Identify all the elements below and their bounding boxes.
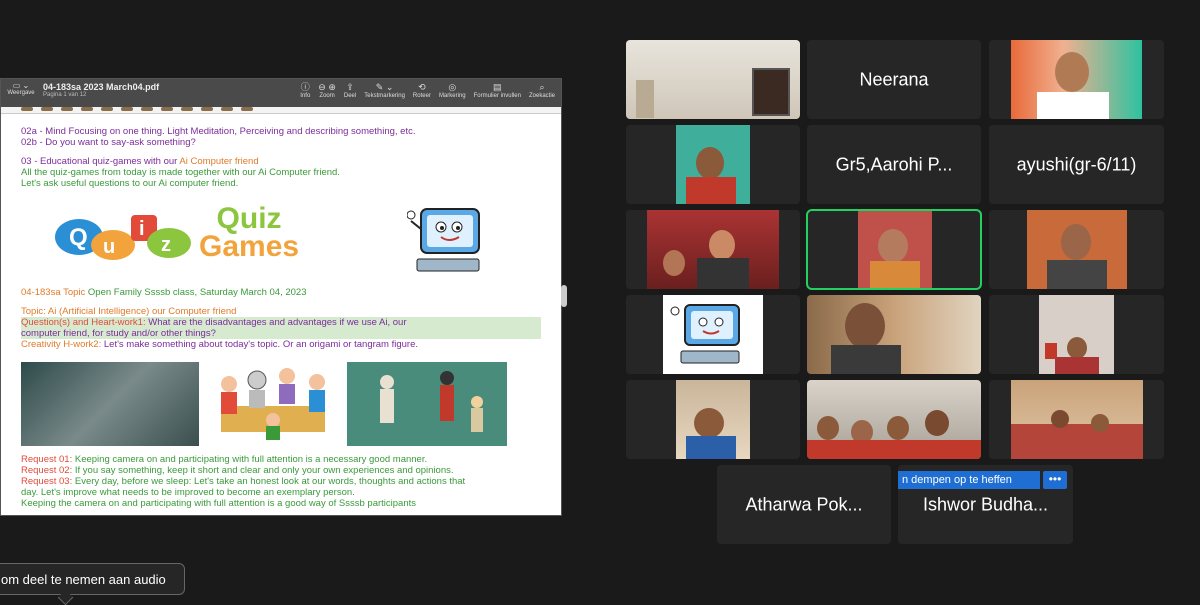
participant-video (1039, 295, 1114, 374)
annotate-button[interactable]: ◎ Markering (439, 82, 466, 99)
quiz-banner: Q u i z Quiz Games (21, 201, 541, 283)
share-button[interactable]: ⇪ Deel (344, 82, 356, 99)
participant-video (807, 380, 981, 459)
computer-mascot-image (406, 201, 497, 277)
markup-button[interactable]: ✎ ⌄ Tekstmarkering (364, 82, 405, 99)
robot-kids-illustration (207, 362, 339, 446)
form-icon: ▤ (493, 82, 502, 92)
cartoon-strip-image (21, 107, 311, 113)
doc-question-line1: Question(s) and Heart-work1: What are th… (21, 317, 541, 328)
participant-tile-aarohi[interactable]: Gr5,Aarohi P... (807, 125, 981, 204)
participant-video (1027, 210, 1127, 289)
quiz-logo-image: Q u i z (51, 211, 201, 261)
sidebar-label: Weergave (7, 90, 35, 96)
participant-tile-active-speaker[interactable] (806, 209, 982, 290)
doc-line-03: 03 - Educational quiz-games with our Ai … (21, 156, 259, 167)
participant-tile[interactable] (626, 295, 800, 374)
doc-topic-line: 04-183sa Topic Open Family Ssssb class, … (21, 287, 307, 298)
participant-tile[interactable] (807, 295, 981, 374)
participant-video (1011, 380, 1143, 459)
info-icon: ⓘ (300, 82, 310, 92)
participant-video (858, 211, 932, 288)
participant-tile[interactable] (989, 40, 1164, 119)
pen-icon: ✎ ⌄ (375, 82, 394, 92)
doc-line-04: All the quiz-games from today is made to… (21, 167, 340, 178)
unmute-request-tooltip: n dempen op te heffen (898, 471, 1040, 489)
participant-tile-ayushi[interactable]: ayushi(gr-6/11) (989, 125, 1164, 204)
annotate-icon: ◎ (448, 82, 457, 92)
doc-request-2: Request 02: If you say something, keep i… (21, 465, 454, 476)
rotate-icon: ⟲ (418, 82, 426, 92)
participant-video (647, 210, 779, 289)
participant-name: ayushi(gr-6/11) (1016, 154, 1137, 174)
share-icon: ⇪ (346, 82, 354, 92)
participant-tile[interactable] (989, 295, 1164, 374)
participant-video (807, 295, 981, 374)
doc-line-05: Let's ask useful questions to our Ai com… (21, 178, 239, 189)
participant-tile[interactable] (989, 380, 1164, 459)
chalkboard-illustration (347, 362, 507, 446)
preview-toolbar: ▭ ⌄ Weergave 04-183sa 2023 March04.pdf P… (1, 79, 561, 107)
page-info: Pagina 1 van 12 (43, 92, 87, 98)
zoom-icon: ⊖ ⊕ (318, 82, 336, 92)
participant-tile[interactable] (626, 125, 800, 204)
info-button[interactable]: ⓘ Info (300, 82, 310, 99)
doc-topic-ai: Topic: Ai (Artificial Intelligence) our … (21, 306, 237, 317)
split-view-divider[interactable] (561, 285, 567, 307)
doc-line-02b: 02b - Do you want to say-ask something? (21, 137, 196, 148)
participant-video (676, 380, 750, 459)
participant-tile-atharwa[interactable]: Atharwa Pok... (717, 465, 891, 544)
svg-text:u: u (103, 236, 115, 258)
svg-text:i: i (139, 218, 145, 240)
participant-name: Neerana (859, 69, 929, 89)
doc-request-4: Keeping the camera on and participating … (21, 498, 417, 509)
participant-name: Atharwa Pok... (745, 494, 863, 514)
participant-video (663, 295, 763, 374)
svg-text:z: z (161, 234, 171, 256)
document-page: 02a - Mind Focusing on one thing. Light … (1, 114, 561, 513)
participant-video (676, 125, 750, 204)
document-title-area: 04-183sa 2023 March04.pdf Pagina 1 van 1… (43, 82, 159, 98)
sidebar-icon: ▭ ⌄ (12, 81, 30, 90)
document-title: 04-183sa 2023 March04.pdf (43, 82, 160, 92)
doc-creativity-line: Creativity H-work2: Let's make something… (21, 339, 419, 350)
rotate-button[interactable]: ⟲ Roteer (413, 82, 431, 99)
doc-request-1: Request 01: Keeping camera on and partic… (21, 454, 428, 465)
doc-request-3: Request 03: Every day, before we sleep: … (21, 476, 466, 487)
participant-tile[interactable] (626, 380, 800, 459)
svg-text:Q: Q (69, 224, 88, 251)
join-audio-popup[interactable]: om deel te nemen aan audio (0, 563, 185, 595)
hands-illustration (21, 362, 199, 446)
zoom-button[interactable]: ⊖ ⊕ Zoom (318, 82, 336, 99)
search-button[interactable]: ⌕ Zoekactie (529, 82, 555, 99)
participant-tile[interactable] (807, 380, 981, 459)
sidebar-toggle-button[interactable]: ▭ ⌄ Weergave (1, 79, 41, 98)
shared-screen-window: ▭ ⌄ Weergave 04-183sa 2023 March04.pdf P… (0, 78, 562, 516)
doc-question-line2: computer friend, for study and/or other … (21, 328, 541, 339)
form-fill-button[interactable]: ▤ Formulier invullen (474, 82, 521, 99)
doc-request-3-cont: day. Let's improve what needs to be impr… (21, 487, 355, 498)
participant-tile[interactable] (626, 210, 800, 289)
more-options-button[interactable]: ••• (1043, 471, 1067, 489)
participant-tile-neerana[interactable]: Neerana (807, 40, 981, 119)
quiz-games-title: Quiz Games (199, 202, 300, 263)
participant-video (626, 40, 800, 119)
preview-tools: ⓘ Info ⊖ ⊕ Zoom ⇪ Deel ✎ ⌄ Tekstmarkering ⟲ R… (300, 82, 555, 99)
participant-name: Gr5,Aarohi P... (835, 154, 953, 174)
participant-tile[interactable] (989, 210, 1164, 289)
participant-name: Ishwor Budha... (922, 494, 1049, 514)
search-icon: ⌕ (539, 82, 545, 92)
doc-line-02a: 02a - Mind Focusing on one thing. Light … (21, 126, 416, 137)
illustration-row (21, 362, 541, 446)
participant-video (1011, 40, 1142, 119)
participant-tile[interactable] (626, 40, 800, 119)
